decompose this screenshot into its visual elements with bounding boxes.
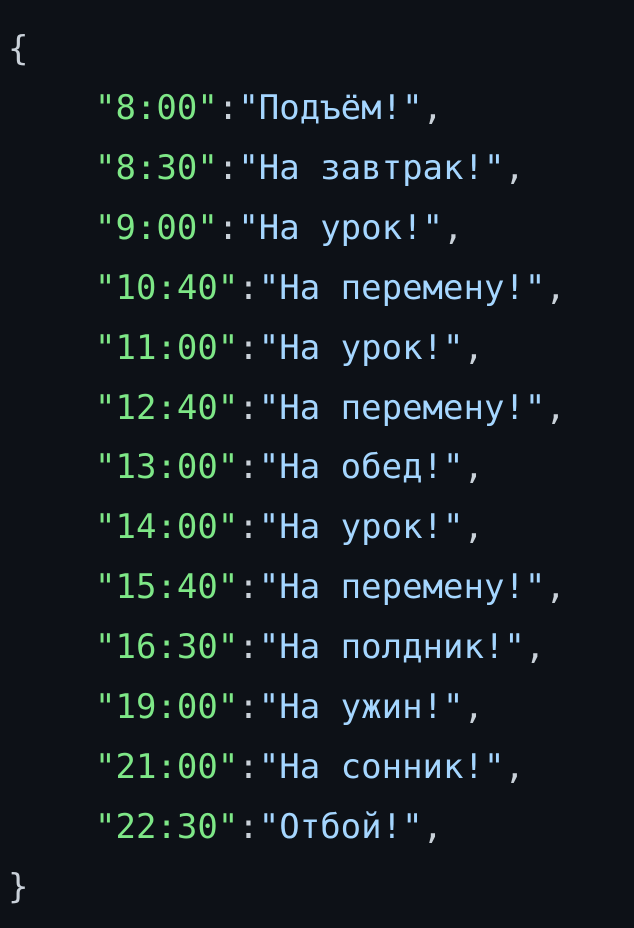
comma: ,: [463, 507, 484, 548]
colon-separator: :: [238, 627, 259, 668]
comma: ,: [463, 687, 484, 727]
code-line: "22:30":"Отбой!",: [95, 797, 443, 857]
json-value: "На урок!": [258, 327, 464, 368]
comma: ,: [422, 88, 444, 128]
json-key: "19:00": [95, 687, 239, 727]
json-value: "На сонник!": [258, 746, 505, 787]
json-key: "15:40": [95, 567, 239, 608]
json-value: "На завтрак!": [238, 147, 505, 188]
json-key: "14:00": [95, 507, 239, 548]
json-value: "На перемену!": [258, 267, 546, 308]
json-key: "9:00": [95, 207, 218, 248]
colon-separator: :: [238, 327, 259, 368]
colon-separator: :: [238, 387, 259, 428]
code-block: { "8:00":"Подъём!", "8:30":"На завтрак!",…: [0, 0, 634, 928]
json-key: "8:00": [95, 88, 218, 128]
comma: ,: [463, 447, 484, 488]
json-value: "Отбой!": [258, 806, 423, 847]
json-key: "8:30": [95, 147, 218, 188]
comma: ,: [545, 267, 566, 308]
json-key: "11:00": [95, 327, 239, 368]
json-value: "На урок!": [238, 207, 444, 248]
colon-separator: :: [238, 687, 259, 727]
colon-separator: :: [238, 507, 259, 548]
json-key: "10:40": [95, 267, 239, 308]
json-value: "На обед!": [258, 447, 464, 488]
colon-separator: :: [217, 207, 239, 248]
code-line: "8:30":"На завтрак!",: [95, 138, 525, 198]
code-line: "14:00":"На урок!",: [95, 497, 484, 557]
colon-separator: :: [217, 147, 239, 188]
colon-separator: :: [238, 746, 259, 787]
code-line: "19:00":"На ужин!",: [95, 677, 484, 737]
colon-separator: :: [217, 88, 239, 128]
json-key: "12:40": [95, 387, 239, 428]
comma: ,: [524, 627, 546, 668]
json-value: "На урок!": [258, 507, 464, 548]
code-line: "21:00":"На сонник!",: [95, 737, 525, 797]
json-value: "На ужин!": [258, 687, 464, 727]
code-line: "12:40":"На перемену!",: [95, 378, 566, 438]
comma: ,: [422, 806, 444, 847]
colon-separator: :: [238, 447, 259, 488]
comma: ,: [504, 746, 525, 787]
code-line: "16:30":"На полдник!",: [95, 617, 545, 677]
comma: ,: [545, 387, 566, 428]
json-key: "22:30": [95, 806, 239, 847]
json-value: "На полдник!": [258, 627, 525, 668]
json-key: "21:00": [95, 746, 239, 787]
comma: ,: [443, 207, 464, 248]
json-value: "Подъём!": [238, 88, 423, 128]
json-key: "13:00": [95, 447, 239, 488]
code-line: "15:40":"На перемену!",: [95, 557, 566, 617]
json-key: "16:30": [95, 627, 239, 668]
close-brace: }: [8, 867, 29, 907]
colon-separator: :: [238, 567, 259, 608]
comma: ,: [463, 327, 484, 368]
json-value: "На перемену!": [258, 387, 546, 428]
json-value: "На перемену!": [258, 567, 546, 608]
comma: ,: [504, 147, 525, 188]
code-line: "13:00":"На обед!",: [95, 437, 484, 497]
code-line: "11:00":"На урок!",: [95, 318, 484, 378]
colon-separator: :: [238, 806, 259, 847]
code-line: "9:00":"На урок!",: [95, 198, 464, 258]
colon-separator: :: [238, 267, 259, 308]
code-line: "10:40":"На перемену!",: [95, 258, 566, 318]
code-line: "8:00":"Подъём!",: [95, 78, 443, 138]
open-brace: {: [8, 29, 29, 69]
comma: ,: [545, 567, 566, 608]
